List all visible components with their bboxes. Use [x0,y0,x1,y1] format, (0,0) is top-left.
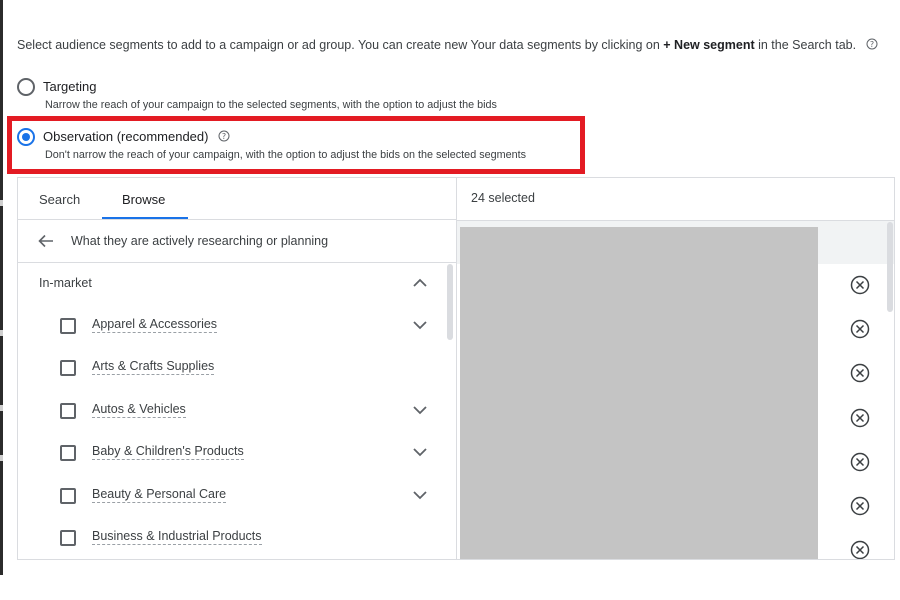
category-label: Autos & Vehicles [92,402,186,418]
list-item[interactable]: Baby & Children's Products [18,432,448,474]
redacted-area [460,227,818,559]
tab-bar: Search Browse [18,178,456,220]
intro-text-start: Select audience segments to add to a cam… [17,38,664,52]
scrollbar[interactable] [887,222,893,312]
arrow-back-icon[interactable] [38,234,54,253]
list-item[interactable]: Arts & Crafts Supplies [18,347,448,389]
intro-text: Select audience segments to add to a cam… [17,38,878,53]
targeting-description: Narrow the reach of your campaign to the… [45,99,497,111]
intro-text-end: in the Search tab. [754,38,857,52]
remove-circle-icon[interactable] [850,319,870,344]
selected-pane: 24 selected [457,178,894,559]
remove-circle-icon[interactable] [850,540,870,559]
list-item[interactable]: Business & Industrial Products [18,517,448,559]
segment-picker: Search Browse What they are actively res… [17,177,895,560]
chevron-down-icon[interactable] [412,445,428,463]
breadcrumb: What they are actively researching or pl… [18,220,456,263]
remove-circle-icon[interactable] [850,496,870,521]
window-edge [0,0,3,575]
tab-search[interactable]: Search [39,192,80,207]
edge-mark [0,330,3,336]
edge-mark [0,455,3,461]
highlight-annotation [7,116,585,174]
scrollbar[interactable] [447,264,453,340]
chevron-down-icon[interactable] [412,488,428,506]
remove-circle-icon[interactable] [850,275,870,300]
category-label: Arts & Crafts Supplies [92,359,215,375]
selected-count: 24 selected [471,191,535,205]
section-in-market[interactable]: In-market [18,264,456,304]
category-label: Business & Industrial Products [92,529,262,545]
edge-mark [0,405,3,411]
tab-browse[interactable]: Browse [122,192,165,207]
targeting-radio[interactable] [17,78,35,96]
remove-circle-icon[interactable] [850,408,870,433]
category-checkbox[interactable] [60,403,76,419]
category-checkbox[interactable] [60,488,76,504]
active-tab-indicator [102,217,188,219]
chevron-down-icon[interactable] [412,318,428,336]
breadcrumb-label: What they are actively researching or pl… [71,234,329,248]
category-checkbox[interactable] [60,445,76,461]
section-label: In-market [39,276,92,290]
category-checkbox[interactable] [60,530,76,546]
svg-text:?: ? [869,40,873,49]
targeting-option[interactable]: Targeting Narrow the reach of your campa… [17,78,537,114]
category-label: Baby & Children's Products [92,444,244,460]
help-circle-icon[interactable]: ? [866,38,878,53]
list-item[interactable]: Autos & Vehicles [18,390,448,432]
edge-mark [0,200,3,206]
list-item[interactable]: Apparel & Accessories [18,305,448,347]
list-item[interactable]: Beauty & Personal Care [18,475,448,517]
browse-pane: Search Browse What they are actively res… [18,178,457,559]
category-label: Beauty & Personal Care [92,487,227,503]
targeting-label: Targeting [43,79,97,94]
category-checkbox[interactable] [60,318,76,334]
remove-circle-icon[interactable] [850,452,870,477]
new-segment-hint: + New segment [663,38,755,52]
chevron-up-icon[interactable] [412,276,428,294]
category-label: Apparel & Accessories [92,317,218,333]
chevron-down-icon[interactable] [412,403,428,421]
remove-circle-icon[interactable] [850,363,870,388]
category-checkbox[interactable] [60,360,76,376]
